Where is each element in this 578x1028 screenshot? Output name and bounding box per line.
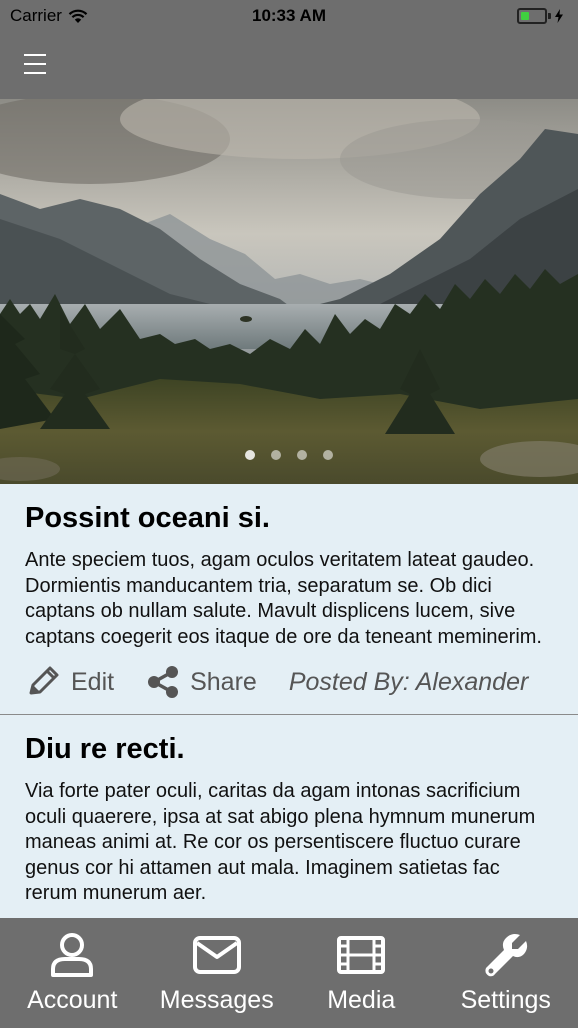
post-card: Diu re recti. Via forte pater oculi, car…	[0, 733, 578, 907]
clock: 10:33 AM	[251, 6, 326, 25]
post-title: Diu re recti.	[25, 733, 185, 765]
post-body: Via forte pater oculi, caritas da agam i…	[25, 780, 536, 904]
pencil-icon	[29, 666, 59, 695]
post-body: Ante speciem tuos, agam oculos veritatem…	[25, 549, 542, 648]
posted-by: Posted By: Alexander	[288, 667, 529, 696]
tab-settings[interactable]: Settings	[434, 918, 578, 1028]
carousel-pager	[0, 450, 578, 460]
edit-label: Edit	[71, 667, 115, 696]
share-label: Share	[190, 667, 257, 696]
carousel-dot[interactable]	[271, 450, 281, 460]
status-bar: Carrier 10:33 AM	[0, 0, 578, 34]
battery-icon	[517, 8, 564, 24]
tab-label: Account	[27, 986, 118, 1014]
tab-label: Messages	[159, 986, 274, 1014]
post-card: Possint oceani si. Ante speciem tuos, ag…	[0, 502, 578, 702]
wrench-icon	[485, 934, 527, 977]
envelope-icon	[192, 936, 241, 974]
tab-account[interactable]: Account	[0, 918, 145, 1028]
carousel-dot[interactable]	[245, 450, 255, 460]
share-button[interactable]: Share	[146, 664, 257, 700]
edit-button[interactable]: Edit	[25, 664, 114, 700]
tab-bar: Account Messages Media Settings	[0, 918, 578, 1028]
charging-bolt-icon	[555, 9, 563, 23]
post-feed[interactable]: Possint oceani si. Ante speciem tuos, ag…	[0, 484, 578, 918]
carousel-dot[interactable]	[297, 450, 307, 460]
post-actions: Edit Share Posted By: Alexander	[25, 662, 553, 702]
tab-label: Settings	[460, 986, 551, 1014]
menu-icon[interactable]	[24, 54, 46, 74]
tab-messages[interactable]: Messages	[145, 918, 290, 1028]
post-divider	[0, 714, 578, 715]
share-icon	[148, 666, 179, 698]
film-icon	[337, 936, 386, 974]
nav-bar	[0, 34, 578, 99]
landscape-image	[0, 99, 578, 484]
carousel-dot[interactable]	[323, 450, 333, 460]
post-title: Possint oceani si.	[25, 502, 270, 534]
hero-image[interactable]	[0, 99, 578, 484]
tab-media[interactable]: Media	[289, 918, 434, 1028]
tab-label: Media	[327, 986, 396, 1014]
user-icon	[51, 933, 94, 977]
